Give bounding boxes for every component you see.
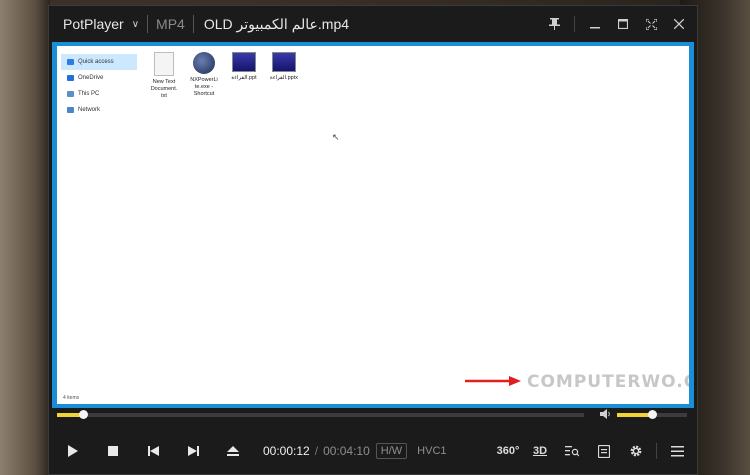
- minimize-icon[interactable]: [583, 12, 607, 36]
- powerpoint-file-icon: [272, 52, 296, 72]
- 3d-button[interactable]: 3D: [524, 435, 556, 467]
- eject-button[interactable]: [213, 433, 253, 469]
- chapters-button[interactable]: [588, 435, 620, 467]
- hw-decoder-badge[interactable]: H/W: [375, 443, 408, 459]
- file-label: txt: [161, 93, 167, 99]
- video-frame: Quick access OneDrive This PC Network Ne…: [57, 46, 689, 404]
- maximize-icon[interactable]: [611, 12, 635, 36]
- desktop-background-left: [0, 0, 50, 475]
- list-search-icon: [565, 446, 579, 457]
- skip-previous-icon: [147, 446, 159, 456]
- previous-button[interactable]: [133, 433, 173, 469]
- seek-handle[interactable]: [79, 410, 89, 419]
- file-item: القراءة.pptx: [267, 52, 301, 100]
- mouse-cursor-icon: ↖: [332, 132, 340, 142]
- file-label: te.exe -: [194, 84, 214, 90]
- file-item: NXPowerLi te.exe - Shortcut: [187, 52, 221, 100]
- sidebar-item-this-pc: This PC: [61, 86, 137, 102]
- sidebar-item-label: This PC: [78, 91, 100, 97]
- file-label: القراءة.pptx: [270, 75, 298, 81]
- volume-slider[interactable]: [617, 410, 687, 419]
- title-divider: [192, 15, 194, 33]
- sidebar-item-label: Quick access: [78, 59, 114, 65]
- red-arrow-icon: [465, 376, 521, 386]
- control-divider: [656, 443, 657, 459]
- file-label: Shortcut: [193, 91, 215, 97]
- close-icon[interactable]: [667, 12, 691, 36]
- video-area[interactable]: Quick access OneDrive This PC Network Ne…: [52, 42, 694, 408]
- vr-360-button[interactable]: 360°: [492, 435, 524, 467]
- file-name: OLD عالم الكمبيوتر.mp4: [203, 15, 350, 32]
- skip-next-icon: [187, 446, 199, 456]
- chevron-down-icon: ∨: [131, 18, 140, 30]
- settings-button[interactable]: [620, 435, 652, 467]
- file-item: New Text Document. txt: [147, 52, 181, 100]
- title-divider: [147, 15, 149, 33]
- sidebar-item-onedrive: OneDrive: [61, 70, 137, 86]
- file-label: New Text: [152, 79, 176, 85]
- play-button[interactable]: [53, 433, 93, 469]
- powerpoint-file-icon: [232, 52, 256, 72]
- codec-badge[interactable]: HVC1: [413, 444, 450, 458]
- duration: 00:04:10: [323, 444, 370, 458]
- network-icon: [67, 107, 74, 113]
- eject-icon: [227, 445, 239, 456]
- right-controls: 360° 3D: [492, 428, 693, 474]
- file-label: Document.: [150, 86, 178, 92]
- playlist-search-button[interactable]: [556, 435, 588, 467]
- time-separator: /: [314, 444, 319, 458]
- potplayer-window: PotPlayer ∨ MP4 OLD عالم الكمبيوتر.mp4 Q…: [48, 5, 698, 475]
- sidebar-item-label: OneDrive: [78, 75, 104, 81]
- window-controls: [542, 6, 691, 42]
- sidebar-item-network: Network: [61, 102, 137, 118]
- next-button[interactable]: [173, 433, 213, 469]
- fullscreen-icon[interactable]: [639, 12, 663, 36]
- current-time: 00:00:12: [263, 444, 310, 458]
- time-display: 00:00:12 / 00:04:10 H/W HVC1: [263, 443, 451, 459]
- computer-icon: [67, 91, 74, 97]
- document-list-icon: [598, 444, 610, 458]
- watermark: COMPUTERWO.COM: [527, 372, 689, 392]
- explorer-files: New Text Document. txt NXPowerLi te.exe …: [147, 52, 301, 100]
- hamburger-menu-icon: [670, 445, 684, 456]
- file-label: القراءة.ppt: [231, 75, 257, 81]
- volume-handle[interactable]: [648, 410, 657, 419]
- pin-icon[interactable]: [542, 12, 566, 36]
- file-item: القراءة.ppt: [227, 52, 261, 100]
- explorer-status: 4 items: [63, 395, 80, 401]
- stop-button[interactable]: [93, 433, 133, 469]
- volume-icon[interactable]: [600, 409, 612, 422]
- sidebar-item-quick-access: Quick access: [61, 54, 137, 70]
- application-shortcut-icon: [193, 52, 215, 74]
- title-bar: PotPlayer ∨ MP4 OLD عالم الكمبيوتر.mp4: [49, 6, 697, 42]
- seek-bar[interactable]: [57, 410, 584, 419]
- volume-level: [617, 413, 652, 417]
- file-format: MP4: [156, 16, 185, 32]
- cloud-icon: [67, 75, 74, 81]
- play-icon: [68, 445, 78, 457]
- sidebar-item-label: Network: [78, 107, 101, 113]
- explorer-sidebar: Quick access OneDrive This PC Network: [61, 54, 137, 118]
- text-document-icon: [154, 52, 174, 76]
- app-name: PotPlayer: [63, 16, 124, 32]
- file-label: NXPowerLi: [190, 77, 218, 83]
- window-controls-divider: [574, 16, 575, 32]
- control-bar: 00:00:12 / 00:04:10 H/W HVC1 360° 3D: [49, 428, 697, 474]
- stop-icon: [108, 446, 118, 456]
- app-menu-button[interactable]: PotPlayer ∨: [49, 6, 139, 42]
- gear-icon: [630, 445, 642, 457]
- main-menu-button[interactable]: [661, 435, 693, 467]
- star-icon: [67, 59, 74, 65]
